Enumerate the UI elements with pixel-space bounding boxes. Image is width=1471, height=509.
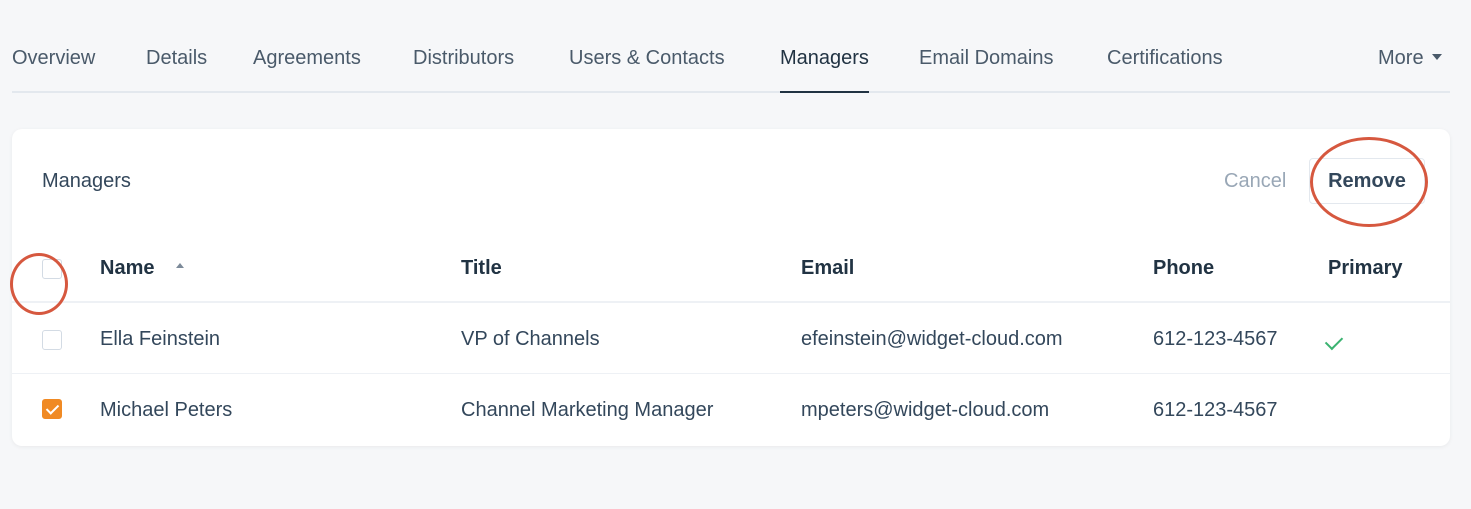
manager-name-link[interactable]: Michael Peters	[100, 399, 232, 422]
column-header-email: Email	[801, 257, 855, 279]
remove-button[interactable]: Remove	[1309, 158, 1425, 204]
tab-agreements[interactable]: Agreements	[253, 47, 361, 93]
manager-email-link[interactable]: efeinstein@widget-cloud.com	[801, 328, 1063, 351]
caret-down-icon	[1431, 53, 1442, 60]
manager-title: Channel Marketing Manager	[461, 399, 714, 421]
tab-overview[interactable]: Overview	[12, 47, 95, 93]
cancel-button[interactable]: Cancel	[1224, 170, 1286, 193]
table-row: Ella Feinstein VP of Channels efeinstein…	[12, 303, 1450, 374]
manager-email-link[interactable]: mpeters@widget-cloud.com	[801, 399, 1049, 422]
managers-card: Managers Cancel Remove Name Title Email …	[12, 129, 1450, 446]
column-header-name[interactable]: Name	[100, 257, 185, 280]
tab-details[interactable]: Details	[146, 47, 207, 93]
tab-distributors[interactable]: Distributors	[413, 47, 514, 93]
column-header-primary: Primary	[1328, 257, 1403, 279]
manager-name-link[interactable]: Ella Feinstein	[100, 328, 220, 351]
column-header-phone: Phone	[1153, 257, 1215, 279]
card-title: Managers	[42, 170, 131, 192]
tab-more-label: More	[1378, 47, 1424, 69]
manager-title: VP of Channels	[461, 328, 600, 350]
manager-phone: 612-123-4567	[1153, 328, 1278, 350]
tab-email-domains[interactable]: Email Domains	[919, 47, 1053, 93]
tab-certifications[interactable]: Certifications	[1107, 47, 1223, 93]
manager-phone: 612-123-4567	[1153, 399, 1278, 421]
column-header-title: Title	[461, 257, 502, 279]
primary-check-icon	[1324, 331, 1344, 351]
tab-users-contacts[interactable]: Users & Contacts	[569, 47, 725, 93]
tab-bar: Overview Details Agreements Distributors…	[12, 38, 1450, 93]
table-row: Michael Peters Channel Marketing Manager…	[12, 374, 1450, 445]
column-header-name-label: Name	[100, 257, 155, 279]
table-header: Name Title Email Phone Primary	[12, 245, 1450, 303]
row-checkbox[interactable]	[42, 330, 62, 350]
select-all-checkbox[interactable]	[42, 259, 62, 279]
row-checkbox-checked[interactable]	[42, 399, 62, 419]
tab-managers[interactable]: Managers	[780, 47, 869, 93]
tab-more[interactable]: More	[1378, 47, 1442, 93]
sort-ascending-icon	[176, 263, 185, 269]
